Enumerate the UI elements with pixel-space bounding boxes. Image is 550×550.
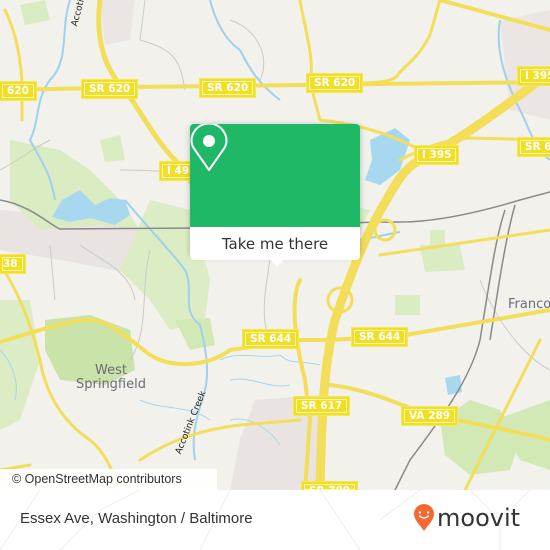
map-view[interactable]: 620 SR 620 SR 620 SR 620 I 495 I 395 I 3…: [0, 0, 550, 490]
road-shield-i395-north: I 395: [518, 67, 550, 85]
road-shield-sr789: SR 789: [302, 482, 358, 490]
take-me-there-label: Take me there: [221, 234, 329, 253]
place-label-west-springfield: West Springfield: [75, 363, 146, 392]
popup-pointer: [268, 257, 286, 267]
moovit-logo[interactable]: moovit: [413, 504, 520, 532]
road-shield-sr617: SR 617: [294, 397, 350, 415]
road-shield-sr620-west: 620: [0, 82, 36, 100]
road-shield-sr644-right: SR 644: [352, 328, 408, 346]
destination-popup[interactable]: Take me there: [190, 124, 360, 267]
moovit-pin-icon: [414, 504, 434, 531]
road-shield-i395-mid: I 395: [415, 146, 459, 164]
location-title: Essex Ave, Washington / Baltimore: [20, 510, 253, 527]
road-shield-sr644-east: SR 644: [518, 138, 550, 156]
place-label-franconia: Franco: [508, 297, 550, 312]
map-pin-icon: [190, 124, 228, 171]
road-shield-sr620-east: SR 620: [200, 79, 256, 97]
take-me-there-button[interactable]: Take me there: [190, 227, 360, 260]
moovit-wordmark: moovit: [437, 504, 521, 532]
road-shield-va289: VA 289: [402, 407, 458, 425]
footer-bar: Essex Ave, Washington / Baltimore moovit: [0, 490, 550, 550]
road-shield-sr638: 38: [0, 255, 25, 273]
popup-header: [190, 124, 360, 227]
map-attribution[interactable]: © OpenStreetMap contributors: [0, 469, 217, 490]
road-shield-sr620-far-east: SR 620: [307, 74, 363, 92]
road-shield-sr644-mid: SR 644: [243, 330, 299, 348]
road-shield-sr620-mid: SR 620: [82, 80, 138, 98]
